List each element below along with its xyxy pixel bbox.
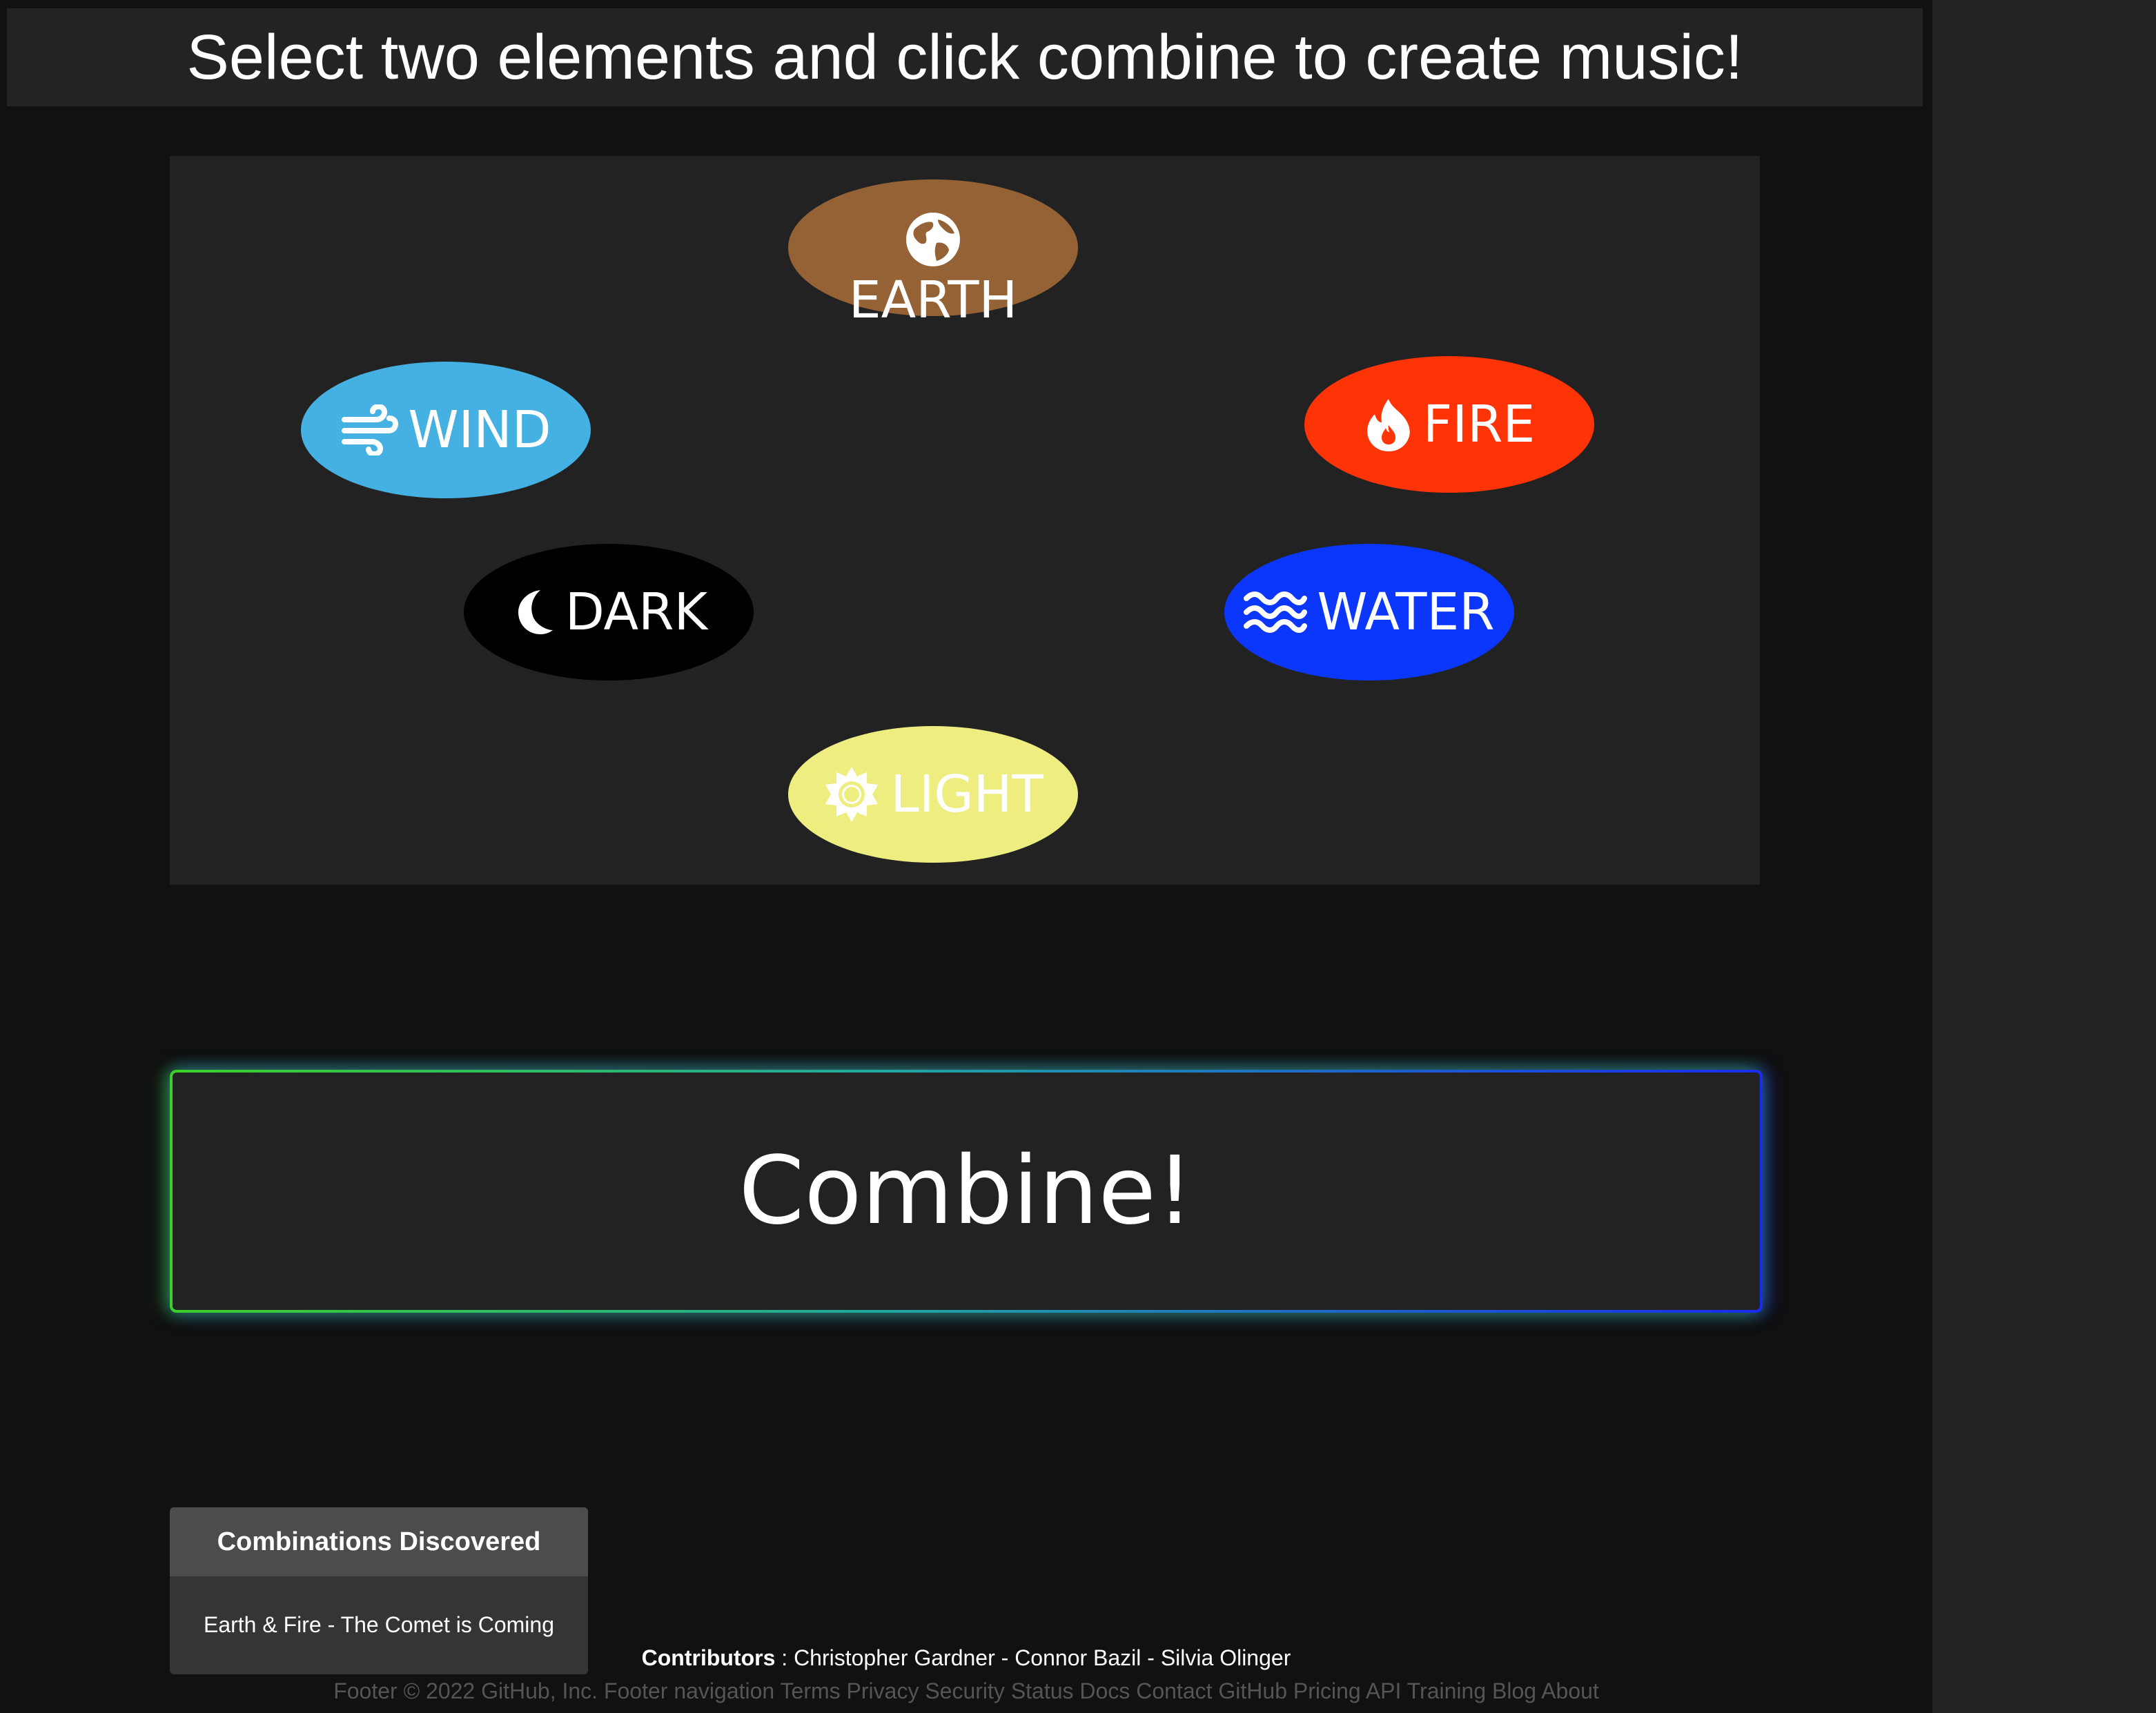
wind-icon	[340, 404, 399, 456]
github-footer: Footer © 2022 GitHub, Inc. Footer naviga…	[0, 1676, 1932, 1706]
footer-link-pricing[interactable]: Pricing	[1293, 1678, 1361, 1703]
element-light-label: LIGHT	[890, 765, 1043, 824]
footer-link-api[interactable]: API	[1366, 1678, 1402, 1703]
page-title: Select two elements and click combine to…	[186, 22, 1743, 92]
element-water-button[interactable]: WATER	[1224, 544, 1514, 681]
moon-icon	[510, 587, 556, 637]
element-water-label: WATER	[1317, 583, 1495, 642]
element-earth-label: EARTH	[848, 271, 1018, 330]
sun-icon	[823, 765, 881, 823]
footer-copyright: Footer © 2022 GitHub, Inc. Footer naviga…	[333, 1678, 775, 1703]
footer-link-about[interactable]: About	[1541, 1678, 1599, 1703]
footer-link-security[interactable]: Security	[925, 1678, 1005, 1703]
element-light-button[interactable]: LIGHT	[788, 726, 1078, 863]
right-sidebar-strip	[1932, 0, 2156, 1713]
elements-board: EARTH WIND FIRE DARK WATER LIGHT	[170, 156, 1760, 885]
water-icon	[1244, 590, 1308, 634]
footer-link-status[interactable]: Status	[1011, 1678, 1074, 1703]
footer-link-contact[interactable]: Contact GitHub	[1136, 1678, 1287, 1703]
combine-button-label: Combine!	[738, 1137, 1194, 1246]
footer-link-privacy[interactable]: Privacy	[847, 1678, 919, 1703]
element-wind-label: WIND	[408, 400, 551, 460]
footer-link-blog[interactable]: Blog	[1492, 1678, 1536, 1703]
footer-link-docs[interactable]: Docs	[1079, 1678, 1130, 1703]
footer-link-training[interactable]: Training	[1407, 1678, 1486, 1703]
combine-button[interactable]: Combine!	[170, 1070, 1763, 1313]
element-dark-label: DARK	[565, 583, 708, 642]
page-header: Select two elements and click combine to…	[7, 8, 1923, 106]
footer-link-terms[interactable]: Terms	[781, 1678, 841, 1703]
element-earth-button[interactable]: EARTH	[788, 179, 1078, 330]
element-wind-button[interactable]: WIND	[301, 362, 591, 498]
fire-icon	[1364, 396, 1413, 453]
contributors-names: : Christopher Gardner - Connor Bazil - S…	[781, 1645, 1291, 1670]
element-fire-button[interactable]: FIRE	[1304, 356, 1594, 493]
globe-icon	[905, 211, 961, 268]
element-dark-button[interactable]: DARK	[464, 544, 754, 681]
contributors-line: Contributors : Christopher Gardner - Con…	[0, 1643, 1932, 1673]
element-fire-label: FIRE	[1422, 395, 1536, 454]
combinations-discovered-title: Combinations Discovered	[170, 1507, 588, 1576]
contributors-label: Contributors	[641, 1645, 776, 1670]
